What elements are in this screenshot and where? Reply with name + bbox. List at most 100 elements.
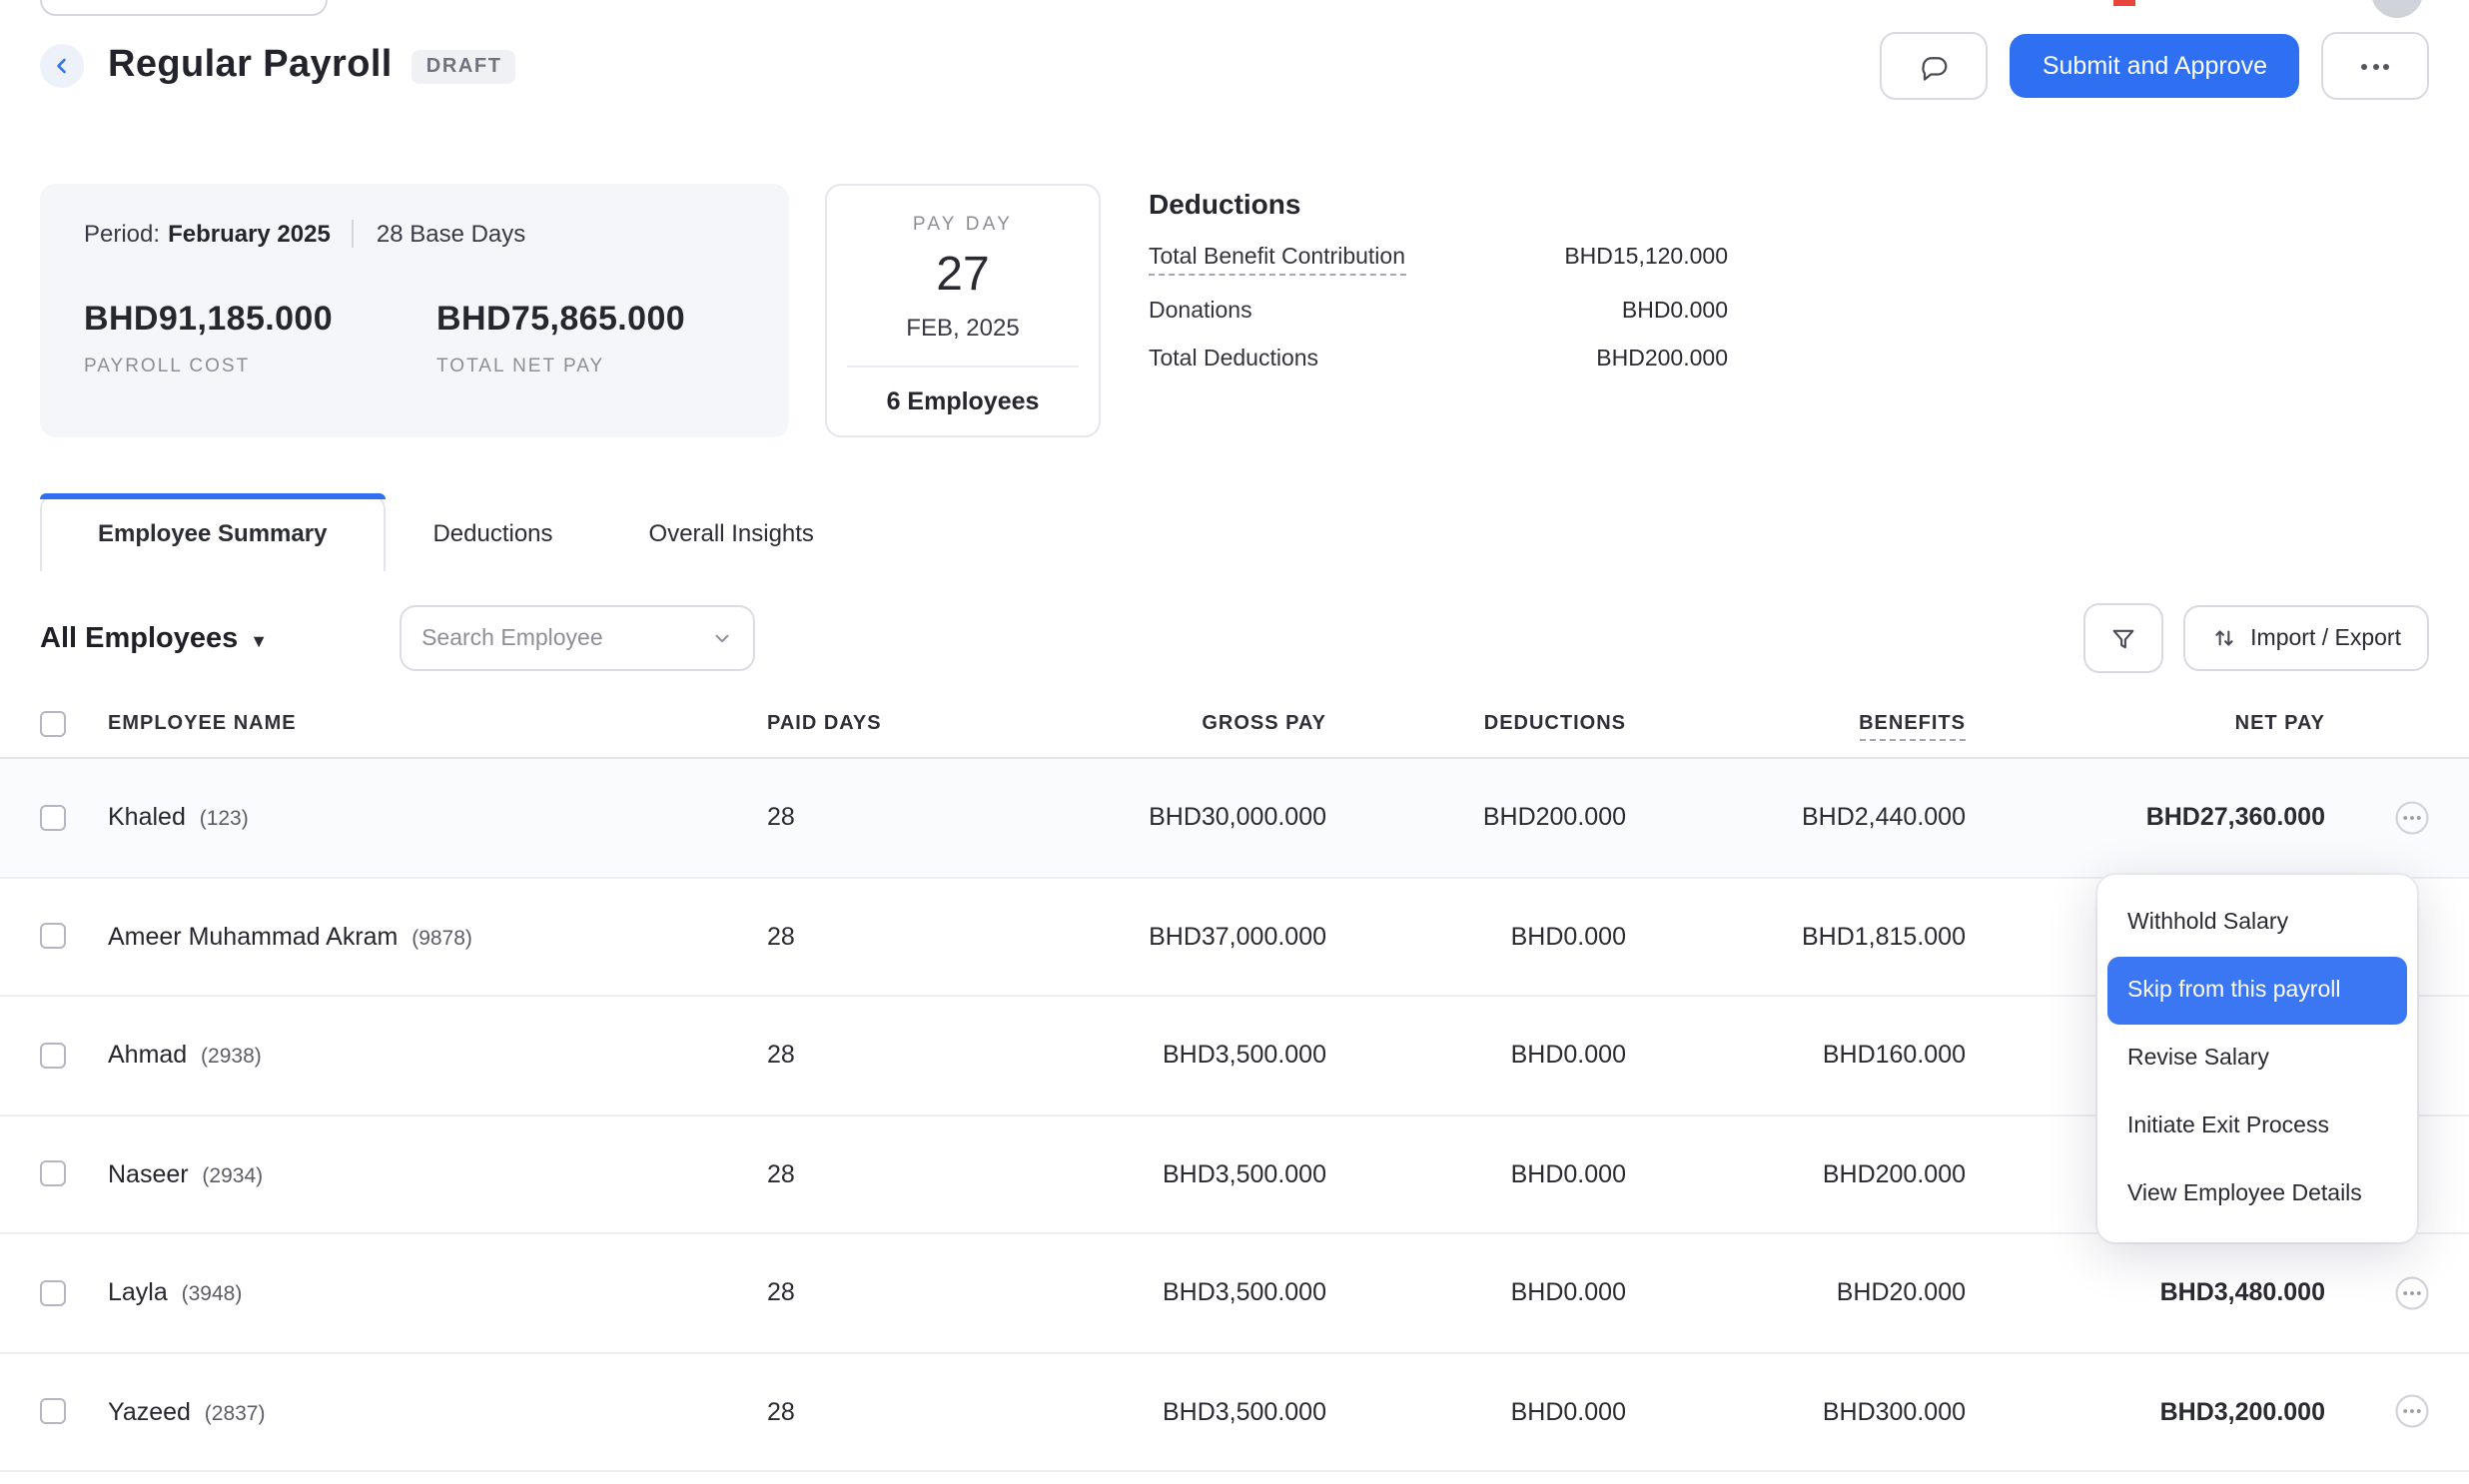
employee-id: (3948) bbox=[176, 1283, 243, 1307]
cutoff-red-indicator bbox=[2113, 0, 2135, 6]
funnel-icon bbox=[2108, 624, 2136, 652]
deductions-cell: BHD0.000 bbox=[1326, 1160, 1626, 1188]
col-gross-pay: GROSS PAY bbox=[1027, 712, 1326, 734]
employee-name-cell: Layla (3948) bbox=[108, 1279, 767, 1307]
menu-item-revise-salary[interactable]: Revise Salary bbox=[2107, 1025, 2407, 1093]
benefits-cell: BHD160.000 bbox=[1626, 1042, 1966, 1070]
deduction-row: Donations BHD0.000 bbox=[1149, 300, 1728, 324]
row-checkbox[interactable] bbox=[40, 1399, 66, 1425]
payroll-cost-value: BHD91,185.000 bbox=[84, 300, 333, 340]
row-checkbox[interactable] bbox=[40, 805, 66, 831]
col-paid-days: PAID DAYS bbox=[767, 712, 1027, 734]
benefits-cell: BHD1,815.000 bbox=[1626, 923, 1966, 951]
deduction-row: Total DeductionsBHD200.000 bbox=[1149, 348, 1728, 371]
benefits-cell: BHD200.000 bbox=[1626, 1160, 1966, 1188]
row-checkbox[interactable] bbox=[40, 1280, 66, 1306]
row-checkbox[interactable] bbox=[40, 1043, 66, 1069]
employee-name-cell: Ahmad (2938) bbox=[108, 1042, 767, 1070]
row-actions-button[interactable] bbox=[2395, 801, 2429, 835]
page-header: Regular Payroll DRAFT Submit and Approve bbox=[0, 0, 2469, 100]
total-net-pay-label: TOTAL NET PAY bbox=[436, 356, 685, 377]
employee-filter-label: All Employees bbox=[40, 622, 238, 654]
table-header-row: EMPLOYEE NAME PAID DAYS GROSS PAY DEDUCT… bbox=[0, 689, 2469, 759]
employee-name-cell: Ameer Muhammad Akram (9878) bbox=[108, 923, 767, 951]
col-deductions: DEDUCTIONS bbox=[1326, 712, 1626, 734]
deductions-title: Deductions bbox=[1149, 188, 1728, 220]
benefits-cell: BHD2,440.000 bbox=[1626, 804, 1966, 832]
paid-days-cell: 28 bbox=[767, 1042, 1027, 1070]
chevron-left-icon bbox=[50, 54, 74, 78]
deductions-cell: BHD0.000 bbox=[1326, 1042, 1626, 1070]
filter-button[interactable] bbox=[2082, 603, 2162, 673]
payday-label: PAY DAY bbox=[847, 214, 1079, 236]
employee-id: (123) bbox=[194, 808, 249, 832]
tab-deductions[interactable]: Deductions bbox=[385, 495, 600, 571]
employee-name: Layla bbox=[108, 1279, 168, 1307]
import-export-icon bbox=[2210, 625, 2236, 651]
paid-days-cell: 28 bbox=[767, 1160, 1027, 1188]
submit-and-approve-button[interactable]: Submit and Approve bbox=[2011, 34, 2299, 98]
tab-overall-insights[interactable]: Overall Insights bbox=[601, 495, 862, 571]
benefits-cell: BHD300.000 bbox=[1626, 1398, 1966, 1426]
back-button[interactable] bbox=[40, 44, 84, 88]
gross-pay-cell: BHD3,500.000 bbox=[1027, 1160, 1326, 1188]
table-row[interactable]: Khaled (123) 28 BHD30,000.000 BHD200.000… bbox=[0, 759, 2469, 878]
menu-item-skip-from-this-payroll[interactable]: Skip from this payroll bbox=[2107, 957, 2407, 1025]
table-row[interactable]: Layla (3948) 28 BHD3,500.000 BHD0.000 BH… bbox=[0, 1234, 2469, 1353]
paid-days-cell: 28 bbox=[767, 1279, 1027, 1307]
paid-days-cell: 28 bbox=[767, 1398, 1027, 1426]
gross-pay-cell: BHD3,500.000 bbox=[1027, 1042, 1326, 1070]
employee-name: Naseer bbox=[108, 1160, 189, 1188]
deduction-row: Total Benefit ContributionBHD15,120.000 bbox=[1149, 246, 1728, 276]
search-placeholder: Search Employee bbox=[421, 626, 603, 650]
period-card: Period: February 2025 28 Base Days BHD91… bbox=[40, 184, 789, 437]
paid-days-cell: 28 bbox=[767, 923, 1027, 951]
total-net-pay-value: BHD75,865.000 bbox=[436, 300, 685, 340]
deduction-label: Donations bbox=[1149, 300, 1252, 324]
import-export-button[interactable]: Import / Export bbox=[2182, 605, 2429, 671]
import-export-label: Import / Export bbox=[2250, 626, 2401, 650]
table-row[interactable]: Yazeed (2837) 28 BHD3,500.000 BHD0.000 B… bbox=[0, 1353, 2469, 1472]
payroll-page: Regular Payroll DRAFT Submit and Approve… bbox=[0, 0, 2469, 1484]
base-days: 28 Base Days bbox=[377, 220, 525, 248]
gross-pay-cell: BHD3,500.000 bbox=[1027, 1279, 1326, 1307]
payday-day: 27 bbox=[847, 248, 1079, 304]
gross-pay-cell: BHD3,500.000 bbox=[1027, 1398, 1326, 1426]
col-employee-name: EMPLOYEE NAME bbox=[108, 712, 767, 734]
employee-id: (9878) bbox=[406, 927, 472, 951]
deductions-cell: BHD0.000 bbox=[1326, 1279, 1626, 1307]
employee-name: Ameer Muhammad Akram bbox=[108, 923, 398, 951]
deductions-cell: BHD200.000 bbox=[1326, 804, 1626, 832]
more-actions-button[interactable] bbox=[2321, 32, 2429, 100]
comments-button[interactable] bbox=[1881, 32, 1989, 100]
row-context-menu: Withhold SalarySkip from this payrollRev… bbox=[2097, 875, 2417, 1242]
search-employee-select[interactable]: Search Employee bbox=[400, 605, 755, 671]
col-net-pay: NET PAY bbox=[1966, 712, 2325, 734]
employee-name-cell: Khaled (123) bbox=[108, 804, 767, 832]
gross-pay-cell: BHD37,000.000 bbox=[1027, 923, 1326, 951]
menu-item-view-employee-details[interactable]: View Employee Details bbox=[2107, 1160, 2407, 1228]
tabs: Employee SummaryDeductionsOverall Insigh… bbox=[40, 493, 2429, 571]
row-checkbox[interactable] bbox=[40, 1161, 66, 1187]
deductions-list: Total Benefit ContributionBHD15,120.000 D… bbox=[1149, 246, 1728, 371]
benefits-cell: BHD20.000 bbox=[1626, 1279, 1966, 1307]
tab-employee-summary[interactable]: Employee Summary bbox=[40, 493, 385, 571]
deduction-value: BHD200.000 bbox=[1596, 348, 1728, 371]
cutoff-search-input bbox=[40, 0, 328, 16]
table-toolbar: All Employees ▼ Search Employee Import /… bbox=[40, 603, 2429, 673]
row-actions-button[interactable] bbox=[2395, 1276, 2429, 1310]
payday-card: PAY DAY 27 FEB, 2025 6 Employees bbox=[825, 184, 1101, 437]
gross-pay-cell: BHD30,000.000 bbox=[1027, 804, 1326, 832]
employee-filter-dropdown[interactable]: All Employees ▼ bbox=[40, 622, 268, 654]
employee-name-cell: Yazeed (2837) bbox=[108, 1398, 767, 1426]
period-label: Period: bbox=[84, 220, 160, 248]
chevron-down-icon bbox=[711, 627, 733, 649]
row-checkbox[interactable] bbox=[40, 924, 66, 950]
total-net-pay-block: BHD75,865.000 TOTAL NET PAY bbox=[436, 300, 685, 377]
select-all-checkbox[interactable] bbox=[40, 710, 66, 736]
menu-item-initiate-exit-process[interactable]: Initiate Exit Process bbox=[2107, 1093, 2407, 1160]
menu-item-withhold-salary[interactable]: Withhold Salary bbox=[2107, 889, 2407, 957]
deduction-value: BHD0.000 bbox=[1622, 300, 1728, 324]
deduction-value: BHD15,120.000 bbox=[1564, 246, 1728, 270]
row-actions-button[interactable] bbox=[2395, 1395, 2429, 1429]
